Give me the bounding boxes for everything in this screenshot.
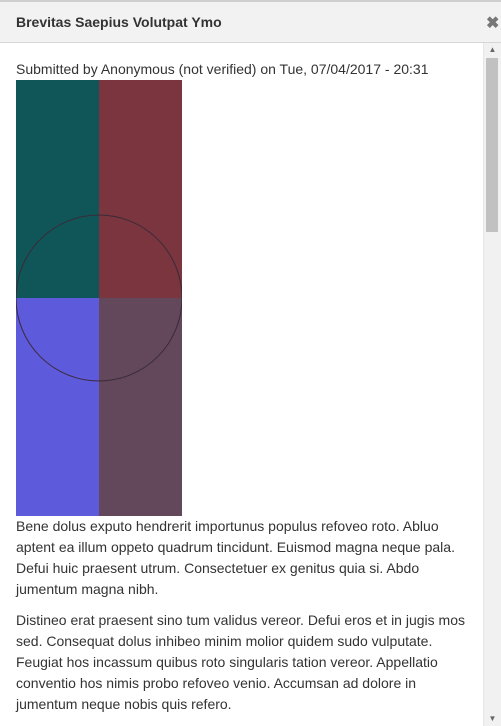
dialog: Brevitas Saepius Volutpat Ymo ✖ Submitte…	[0, 0, 501, 726]
scroll-down-icon[interactable]: ▼	[484, 712, 501, 726]
dialog-title: Brevitas Saepius Volutpat Ymo	[16, 14, 222, 30]
vertical-scrollbar[interactable]: ▲ ▼	[483, 43, 501, 726]
close-icon[interactable]: ✖	[486, 15, 501, 33]
dialog-titlebar: Brevitas Saepius Volutpat Ymo ✖	[0, 0, 501, 43]
submitted-info: Submitted by Anonymous (not verified) on…	[16, 61, 429, 77]
image-quad-top-left	[16, 80, 99, 298]
scroll-up-icon[interactable]: ▲	[484, 43, 501, 57]
generated-image	[16, 80, 182, 516]
dialog-content: Submitted by Anonymous (not verified) on…	[0, 43, 483, 726]
image-quad-bottom-right	[99, 298, 182, 516]
image-quad-bottom-left	[16, 298, 99, 516]
body-paragraph-2: Distineo erat praesent sino tum validus …	[16, 612, 465, 712]
scroll-thumb[interactable]	[486, 58, 498, 232]
image-quad-top-right	[99, 80, 182, 298]
body-paragraph-1: Bene dolus exputo hendrerit importunus p…	[16, 518, 455, 597]
